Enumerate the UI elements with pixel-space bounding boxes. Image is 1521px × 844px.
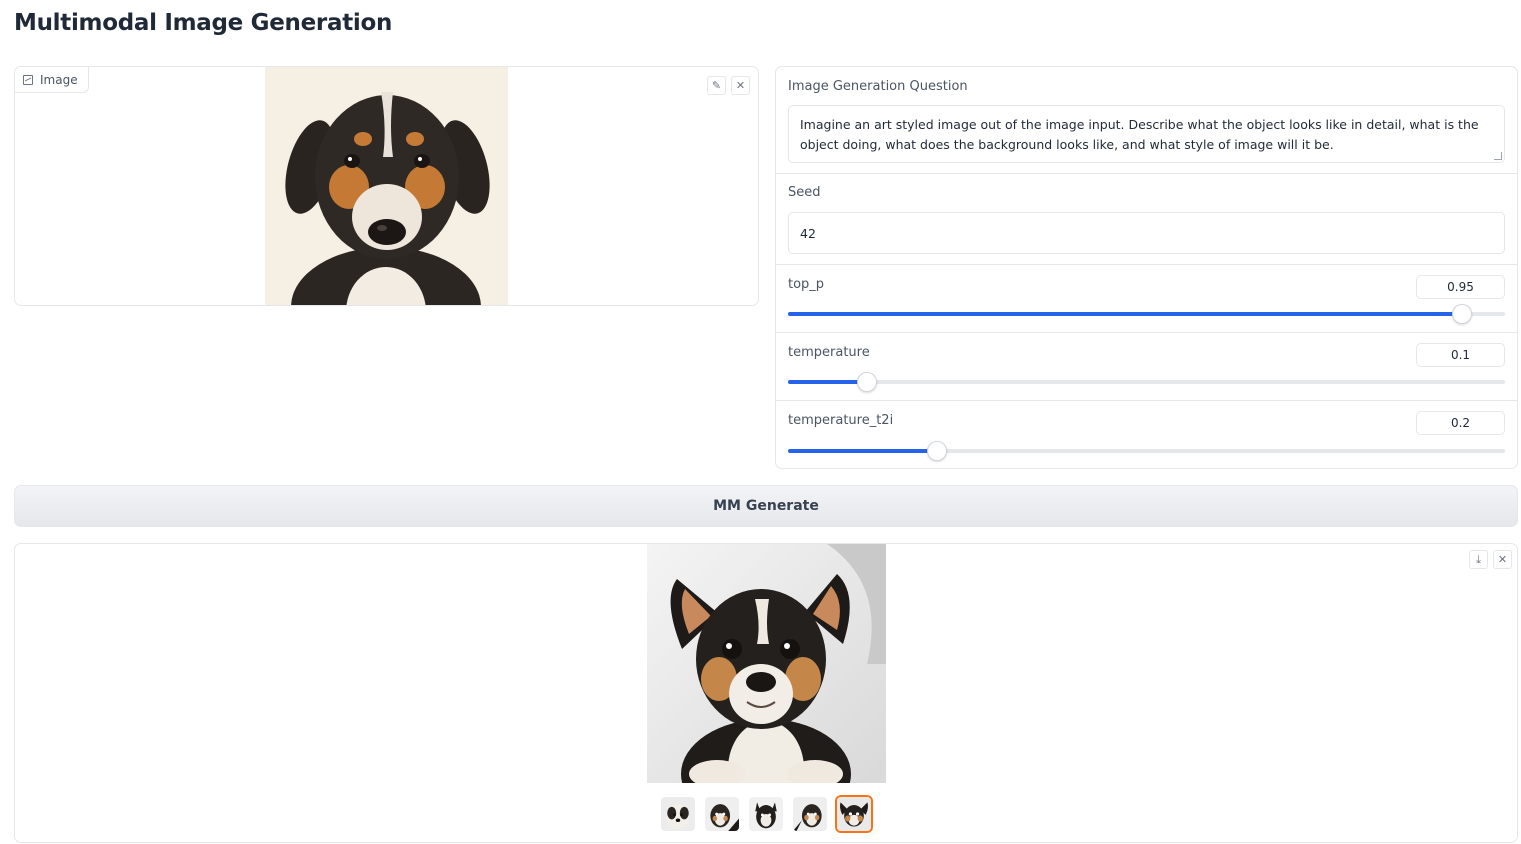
temperature-t2i-value: 0.2 bbox=[1450, 416, 1471, 430]
mm-generate-label: MM Generate bbox=[713, 498, 819, 514]
download-button[interactable]: ⤓ bbox=[1469, 550, 1488, 569]
close-icon: ✕ bbox=[735, 79, 746, 92]
temperature-slider-thumb[interactable] bbox=[856, 372, 877, 392]
image-label-tag: Image bbox=[15, 67, 89, 93]
gallery-thumbnails bbox=[659, 795, 873, 833]
top-p-slider[interactable] bbox=[788, 304, 1505, 324]
temperature-t2i-number-input[interactable]: 0.2 bbox=[1416, 411, 1505, 435]
gallery-thumbnail[interactable] bbox=[659, 795, 697, 833]
gallery-thumbnail-selected[interactable] bbox=[835, 795, 873, 833]
seed-input[interactable]: 42 bbox=[788, 212, 1505, 254]
question-row: Image Generation Question Imagine an art… bbox=[776, 67, 1517, 174]
image-icon bbox=[23, 74, 33, 85]
gallery-thumbnail[interactable] bbox=[703, 795, 741, 833]
temperature-slider-fill bbox=[788, 380, 867, 384]
generated-image[interactable] bbox=[647, 544, 886, 783]
clear-image-button[interactable]: ✕ bbox=[731, 76, 750, 95]
page-title: Multimodal Image Generation bbox=[14, 10, 393, 36]
resize-handle-icon[interactable] bbox=[1494, 152, 1502, 160]
seed-label: Seed bbox=[788, 185, 821, 200]
temperature-t2i-row: temperature_t2i 0.2 bbox=[776, 401, 1517, 468]
temperature-t2i-label: temperature_t2i bbox=[788, 413, 894, 428]
temperature-slider[interactable] bbox=[788, 372, 1505, 392]
image-label-text: Image bbox=[40, 72, 78, 87]
settings-panel: Image Generation Question Imagine an art… bbox=[775, 66, 1518, 469]
seed-value: 42 bbox=[800, 225, 816, 241]
close-icon: ✕ bbox=[1497, 553, 1508, 566]
question-label: Image Generation Question bbox=[788, 79, 968, 94]
temperature-t2i-slider-fill bbox=[788, 449, 938, 453]
temperature-t2i-slider[interactable] bbox=[788, 441, 1505, 461]
seed-row: Seed 42 bbox=[776, 174, 1517, 265]
top-p-row: top_p 0.95 bbox=[776, 265, 1517, 333]
question-textarea[interactable]: Imagine an art styled image out of the i… bbox=[788, 105, 1505, 163]
temperature-value: 0.1 bbox=[1450, 348, 1471, 362]
top-p-slider-fill bbox=[788, 312, 1462, 316]
input-image-panel[interactable]: Image ✎ ✕ bbox=[14, 66, 759, 306]
image-actions: ✎ ✕ bbox=[707, 76, 750, 95]
edit-button[interactable]: ✎ bbox=[707, 76, 726, 95]
temperature-number-input[interactable]: 0.1 bbox=[1416, 343, 1505, 367]
download-icon: ⤓ bbox=[1476, 552, 1481, 566]
input-image bbox=[265, 67, 508, 305]
gallery-actions: ⤓ ✕ bbox=[1469, 550, 1512, 569]
top-p-label: top_p bbox=[788, 277, 825, 292]
mm-generate-button[interactable]: MM Generate bbox=[14, 485, 1518, 527]
top-p-value: 0.95 bbox=[1447, 280, 1474, 294]
top-p-slider-thumb[interactable] bbox=[1451, 304, 1472, 324]
pencil-icon: ✎ bbox=[711, 79, 722, 92]
top-p-number-input[interactable]: 0.95 bbox=[1416, 275, 1505, 299]
output-gallery: ⤓ ✕ bbox=[14, 543, 1518, 843]
temperature-t2i-slider-thumb[interactable] bbox=[927, 441, 948, 461]
gallery-thumbnail[interactable] bbox=[791, 795, 829, 833]
close-gallery-button[interactable]: ✕ bbox=[1493, 550, 1512, 569]
gallery-thumbnail[interactable] bbox=[747, 795, 785, 833]
question-text: Imagine an art styled image out of the i… bbox=[800, 117, 1479, 152]
temperature-label: temperature bbox=[788, 345, 870, 360]
temperature-row: temperature 0.1 bbox=[776, 333, 1517, 401]
